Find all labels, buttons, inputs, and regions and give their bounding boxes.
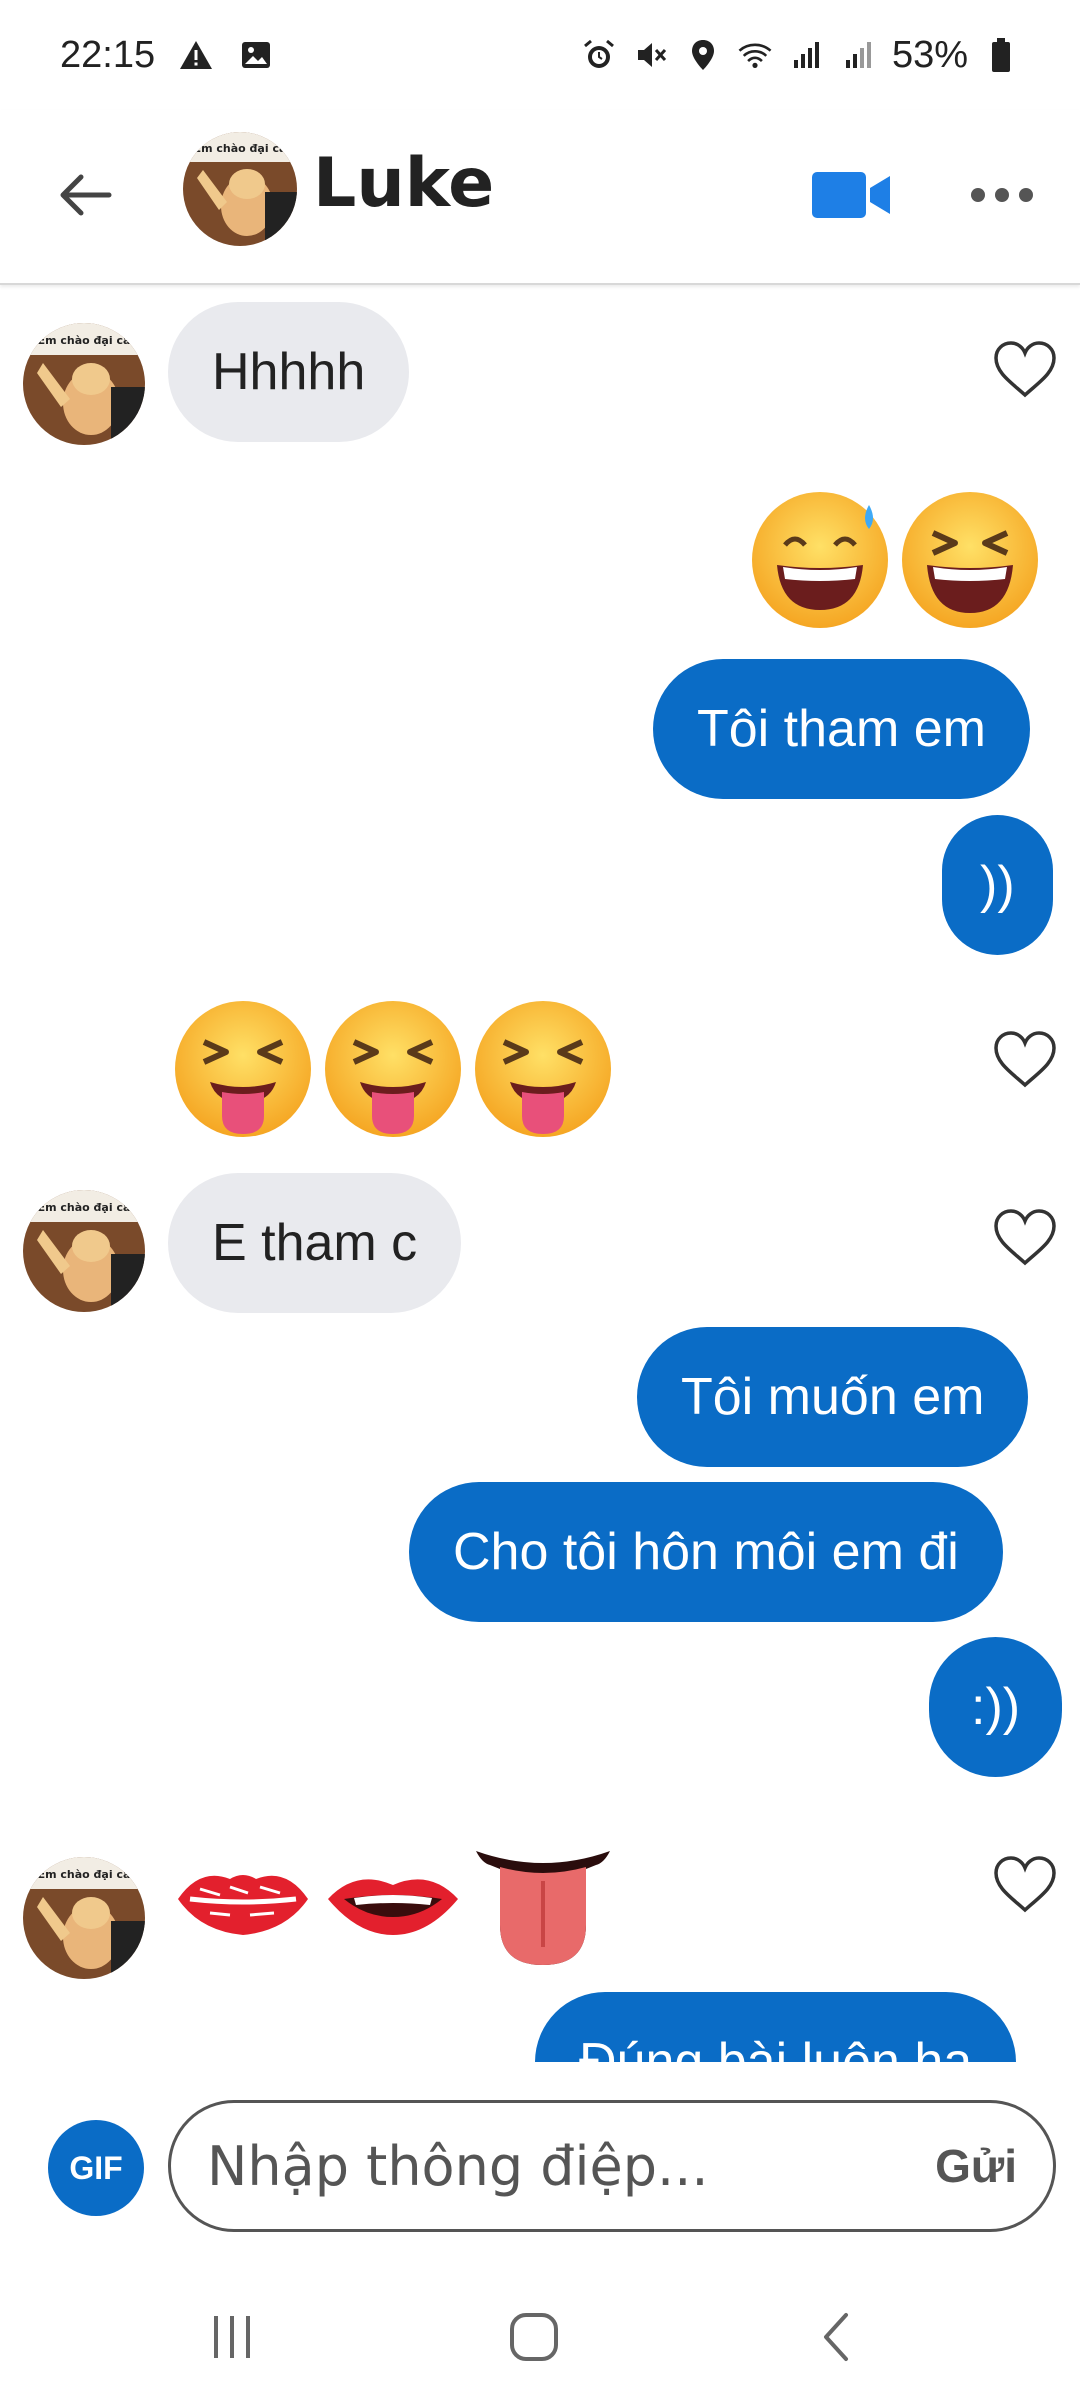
image-icon [237, 36, 275, 74]
heart-icon[interactable] [992, 1207, 1058, 1267]
battery-icon [982, 36, 1020, 74]
sweat-smile-emoji-icon [745, 483, 895, 633]
sender-avatar[interactable]: Em chào đại ca [23, 1190, 145, 1312]
warning-icon [177, 36, 215, 74]
location-icon [684, 36, 722, 74]
more-options-button[interactable] [962, 160, 1042, 230]
battery-percent: 53% [891, 33, 968, 76]
message-bubble-outgoing[interactable]: Cho tôi hôn môi em đi [409, 1482, 1003, 1622]
gif-button[interactable]: GIF [48, 2120, 144, 2216]
recent-apps-icon [214, 2316, 250, 2358]
wifi-icon [736, 36, 774, 74]
back-button[interactable] [50, 160, 120, 230]
message-bubble-outgoing[interactable]: )) [942, 815, 1053, 955]
laughing-emoji-icon [895, 483, 1045, 633]
message-bubble-outgoing[interactable]: Tôi tham em [653, 659, 1030, 799]
emoji-message-incoming[interactable] [168, 994, 618, 1144]
system-navigation-bar [0, 2262, 1080, 2400]
back-nav-icon [824, 2313, 848, 2361]
message-input[interactable]: Nhập thông điệp... Gửi [168, 2100, 1056, 2232]
contact-avatar[interactable]: Em chào đại ca [183, 132, 297, 246]
back-nav-button[interactable] [796, 2302, 876, 2372]
svg-text:Em chào đại ca: Em chào đại ca [38, 1201, 131, 1214]
home-icon [510, 2313, 558, 2361]
signal-icon [788, 36, 826, 74]
message-input-placeholder[interactable]: Nhập thông điệp... [207, 2135, 935, 2198]
emoji-message-incoming[interactable] [168, 1827, 618, 1977]
video-camera-icon [812, 172, 890, 218]
status-time: 22:15 [60, 33, 156, 76]
alarm-icon [580, 36, 618, 74]
arrow-left-icon [60, 174, 112, 216]
message-bubble-outgoing[interactable]: :)) [929, 1637, 1063, 1777]
squinting-tongue-emoji-icon [168, 994, 318, 1144]
status-bar: 22:15 53% [0, 0, 1080, 110]
emoji-message-outgoing[interactable] [745, 483, 1045, 633]
more-dots-icon [971, 188, 1033, 202]
mute-icon [632, 36, 670, 74]
contact-name[interactable]: Luke [313, 144, 494, 223]
message-bubble-outgoing[interactable]: Đúng bài luôn ha [535, 1992, 1017, 2062]
home-button[interactable] [494, 2302, 574, 2372]
message-composer: GIF Nhập thông điệp... Gửi [0, 2062, 1080, 2262]
send-button[interactable]: Gửi [935, 2139, 1017, 2193]
heart-icon[interactable] [992, 1854, 1058, 1914]
video-call-button[interactable] [808, 160, 894, 230]
tongue-emoji-icon [468, 1827, 618, 1977]
sender-avatar[interactable]: Em chào đại ca [23, 1857, 145, 1979]
message-bubble-incoming[interactable]: Hhhhh [168, 302, 410, 442]
sender-avatar[interactable]: Em chào đại ca [23, 323, 145, 445]
message-bubble-incoming[interactable]: E tham c [168, 1173, 462, 1313]
message-bubble-outgoing[interactable]: Tôi muốn em [637, 1327, 1029, 1467]
signal-icon-2 [840, 36, 878, 74]
chat-header: Em chào đại ca Luke [0, 110, 1080, 285]
recent-apps-button[interactable] [192, 2302, 272, 2372]
chat-thread[interactable]: Em chào đại ca Hhhhh Tôi tham em )) Em c… [0, 287, 1080, 2062]
kiss-mark-emoji-icon [168, 1827, 318, 1977]
heart-icon[interactable] [992, 1029, 1058, 1089]
svg-text:Em chào đại ca: Em chào đại ca [38, 334, 131, 347]
squinting-tongue-emoji-icon [318, 994, 468, 1144]
squinting-tongue-emoji-icon [468, 994, 618, 1144]
avatar-caption: Em chào đại ca [194, 142, 287, 155]
svg-text:Em chào đại ca: Em chào đại ca [38, 1868, 131, 1881]
heart-icon[interactable] [992, 339, 1058, 399]
mouth-emoji-icon [318, 1827, 468, 1977]
